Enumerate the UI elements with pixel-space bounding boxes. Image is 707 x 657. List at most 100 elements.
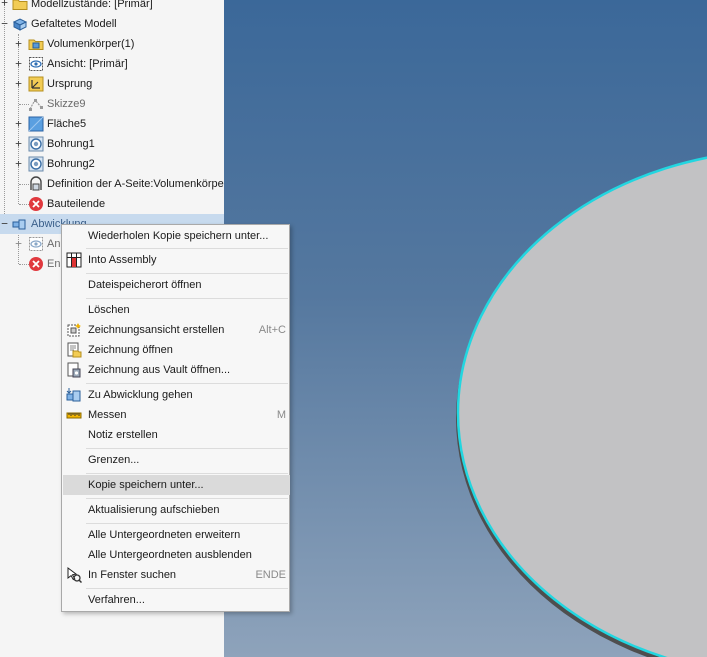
browser-item-face5[interactable]: Fläche5: [28, 114, 86, 134]
browser-item-origin[interactable]: Ursprung: [28, 74, 92, 94]
menu-separator: [86, 298, 288, 299]
folder-icon: [12, 0, 28, 12]
menu-item-label: Verfahren...: [88, 594, 145, 606]
browser-item-a-side-definition[interactable]: Definition der A-Seite:Volumenkörper: [28, 174, 224, 194]
menu-item-go-to-flat-pattern[interactable]: Zu Abwicklung gehen: [63, 385, 290, 405]
menu-separator: [86, 523, 288, 524]
menu-item-label: Notiz erstellen: [88, 429, 158, 441]
flat-pattern-icon: [12, 216, 28, 232]
browser-item-view[interactable]: Ansicht: [Primär]: [28, 54, 128, 74]
browser-item-label: Bohrung1: [47, 138, 95, 150]
open-drawing-icon: [66, 342, 82, 358]
flat-pattern-part[interactable]: [456, 150, 707, 657]
context-menu: Wiederholen Kopie speichern unter... Int…: [61, 224, 290, 612]
sketch-icon: [28, 96, 44, 112]
end-of-part-icon: [28, 196, 44, 212]
collapse-icon[interactable]: −: [0, 18, 9, 29]
part-geometry: [456, 150, 707, 657]
end-of-part-icon: [28, 256, 44, 272]
expand-icon[interactable]: +: [14, 118, 23, 129]
menu-item-label: In Fenster suchen: [88, 569, 177, 581]
go-to-flat-pattern-icon: [66, 387, 82, 403]
browser-item-label: Bauteilende: [47, 198, 106, 210]
browser-item-flat-end[interactable]: En: [28, 254, 60, 274]
find-in-window-icon: [66, 567, 82, 583]
menu-item-open-file-location[interactable]: Dateispeicherort öffnen: [63, 275, 290, 295]
browser-item-label: Modellzustände: [Primär]: [31, 0, 153, 10]
menu-item-open-drawing[interactable]: Zeichnung öffnen: [63, 340, 290, 360]
menu-item-create-drawing-view[interactable]: Zeichnungsansicht erstellen Alt+C: [63, 320, 290, 340]
menu-item-label: Into Assembly: [88, 254, 157, 266]
menu-item-label: Löschen: [88, 304, 130, 316]
menu-item-defer-update[interactable]: Aktualisierung aufschieben: [63, 500, 290, 520]
menu-item-open-drawing-from-vault[interactable]: Zeichnung aus Vault öffnen...: [63, 360, 290, 380]
browser-item-hole1[interactable]: Bohrung1: [28, 134, 95, 154]
browser-item-label: Fläche5: [47, 118, 87, 130]
menu-item-shortcut: M: [276, 409, 286, 421]
browser-item-label: Definition der A-Seite:Volumenkörper: [47, 178, 224, 190]
hole-icon: [28, 136, 44, 152]
browser-item-label: Gefaltetes Modell: [31, 18, 117, 30]
browser-item-label: An: [47, 238, 61, 250]
menu-item-find-in-window[interactable]: In Fenster suchen ENDE: [63, 565, 290, 585]
vault-drawing-icon: [66, 362, 82, 378]
origin-icon: [28, 76, 44, 92]
into-assembly-icon: [66, 252, 82, 268]
menu-item-into-assembly[interactable]: Into Assembly: [63, 250, 290, 270]
menu-item-repeat-save-copy-as[interactable]: Wiederholen Kopie speichern unter...: [63, 226, 290, 246]
menu-item-procedure[interactable]: Verfahren...: [63, 590, 290, 610]
menu-item-label: Aktualisierung aufschieben: [88, 504, 220, 516]
menu-item-label: Wiederholen Kopie speichern unter...: [88, 230, 269, 242]
browser-item-end-of-part[interactable]: Bauteilende: [28, 194, 105, 214]
menu-item-expand-all-children[interactable]: Alle Untergeordneten erweitern: [63, 525, 290, 545]
expand-icon[interactable]: +: [0, 0, 9, 8]
tree-connector: [4, 0, 5, 232]
menu-item-label: Zeichnung öffnen: [88, 344, 173, 356]
menu-item-label: Dateispeicherort öffnen: [88, 279, 202, 291]
menu-separator: [86, 588, 288, 589]
measure-icon: [66, 407, 82, 423]
browser-item-model-states[interactable]: Modellzustände: [Primär]: [12, 0, 153, 14]
browser-item-solid-bodies[interactable]: Volumenkörper(1): [28, 34, 134, 54]
menu-separator: [86, 248, 288, 249]
menu-item-shortcut: Alt+C: [258, 324, 286, 336]
collapse-icon[interactable]: −: [0, 218, 9, 229]
menu-item-label: Grenzen...: [88, 454, 140, 466]
browser-item-label: Bohrung2: [47, 158, 95, 170]
view-icon: [28, 56, 44, 72]
menu-separator: [86, 448, 288, 449]
sheet-metal-icon: [12, 16, 28, 32]
expand-icon[interactable]: +: [14, 238, 23, 249]
menu-item-label: Zeichnung aus Vault öffnen...: [88, 364, 231, 376]
menu-separator: [86, 498, 288, 499]
menu-item-collapse-all-children[interactable]: Alle Untergeordneten ausblenden: [63, 545, 290, 565]
browser-item-label: En: [47, 258, 61, 270]
menu-separator: [86, 473, 288, 474]
expand-icon[interactable]: +: [14, 78, 23, 89]
browser-item-label: Ansicht: [Primär]: [47, 58, 128, 70]
menu-item-save-copy-as[interactable]: Kopie speichern unter...: [63, 475, 290, 495]
graphics-viewport[interactable]: [224, 0, 707, 657]
menu-item-label: Kopie speichern unter...: [88, 479, 204, 491]
expand-icon[interactable]: +: [14, 38, 23, 49]
menu-item-delete[interactable]: Löschen: [63, 300, 290, 320]
expand-icon[interactable]: +: [14, 158, 23, 169]
menu-item-label: Messen: [88, 409, 127, 421]
browser-item-folded-model[interactable]: Gefaltetes Modell: [12, 14, 117, 34]
solid-bodies-folder-icon: [28, 36, 44, 52]
browser-item-label: Ursprung: [47, 78, 93, 90]
menu-item-measure[interactable]: Messen M: [63, 405, 290, 425]
browser-item-flat-view[interactable]: An: [28, 234, 60, 254]
view-icon: [28, 236, 44, 252]
menu-separator: [86, 383, 288, 384]
expand-icon[interactable]: +: [14, 138, 23, 149]
menu-item-label: Alle Untergeordneten erweitern: [88, 529, 241, 541]
menu-item-create-note[interactable]: Notiz erstellen: [63, 425, 290, 445]
expand-icon[interactable]: +: [14, 58, 23, 69]
menu-item-label: Zu Abwicklung gehen: [88, 389, 193, 401]
create-drawing-view-icon: [66, 322, 82, 338]
menu-item-bounds[interactable]: Grenzen...: [63, 450, 290, 470]
browser-item-sketch9[interactable]: Skizze9: [28, 94, 86, 114]
browser-item-label: Volumenkörper(1): [47, 38, 135, 50]
browser-item-hole2[interactable]: Bohrung2: [28, 154, 95, 174]
